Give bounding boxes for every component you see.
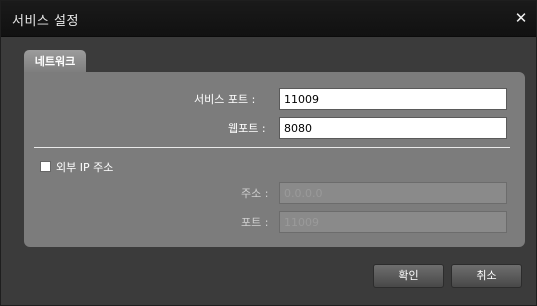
- tab-network[interactable]: 네트워크: [24, 50, 86, 73]
- service-port-input[interactable]: [279, 88, 507, 110]
- external-ip-label: 외부 IP 주소: [56, 161, 114, 174]
- ok-button[interactable]: 확인: [373, 264, 444, 288]
- port-label: 포트 :: [241, 216, 269, 229]
- port-input[interactable]: [279, 211, 507, 233]
- address-input[interactable]: [279, 182, 507, 204]
- cancel-button[interactable]: 취소: [451, 264, 522, 288]
- web-port-input[interactable]: [279, 117, 507, 139]
- network-panel: 서비스 포트 : 웹포트 : 외부 IP 주소 주소 : 포트 :: [24, 72, 525, 247]
- title-bar: 서비스 설정 ✕: [1, 1, 536, 37]
- external-ip-checkbox[interactable]: [40, 161, 51, 172]
- dialog-title: 서비스 설정: [12, 14, 79, 29]
- service-settings-dialog: 서비스 설정 ✕ 네트워크 서비스 포트 : 웹포트 : 외부 IP 주소 주소…: [0, 0, 537, 306]
- service-port-label: 서비스 포트 :: [194, 93, 256, 106]
- close-icon[interactable]: ✕: [512, 9, 530, 27]
- divider: [34, 147, 510, 148]
- web-port-label: 웹포트 :: [228, 122, 266, 135]
- address-label: 주소 :: [241, 187, 269, 200]
